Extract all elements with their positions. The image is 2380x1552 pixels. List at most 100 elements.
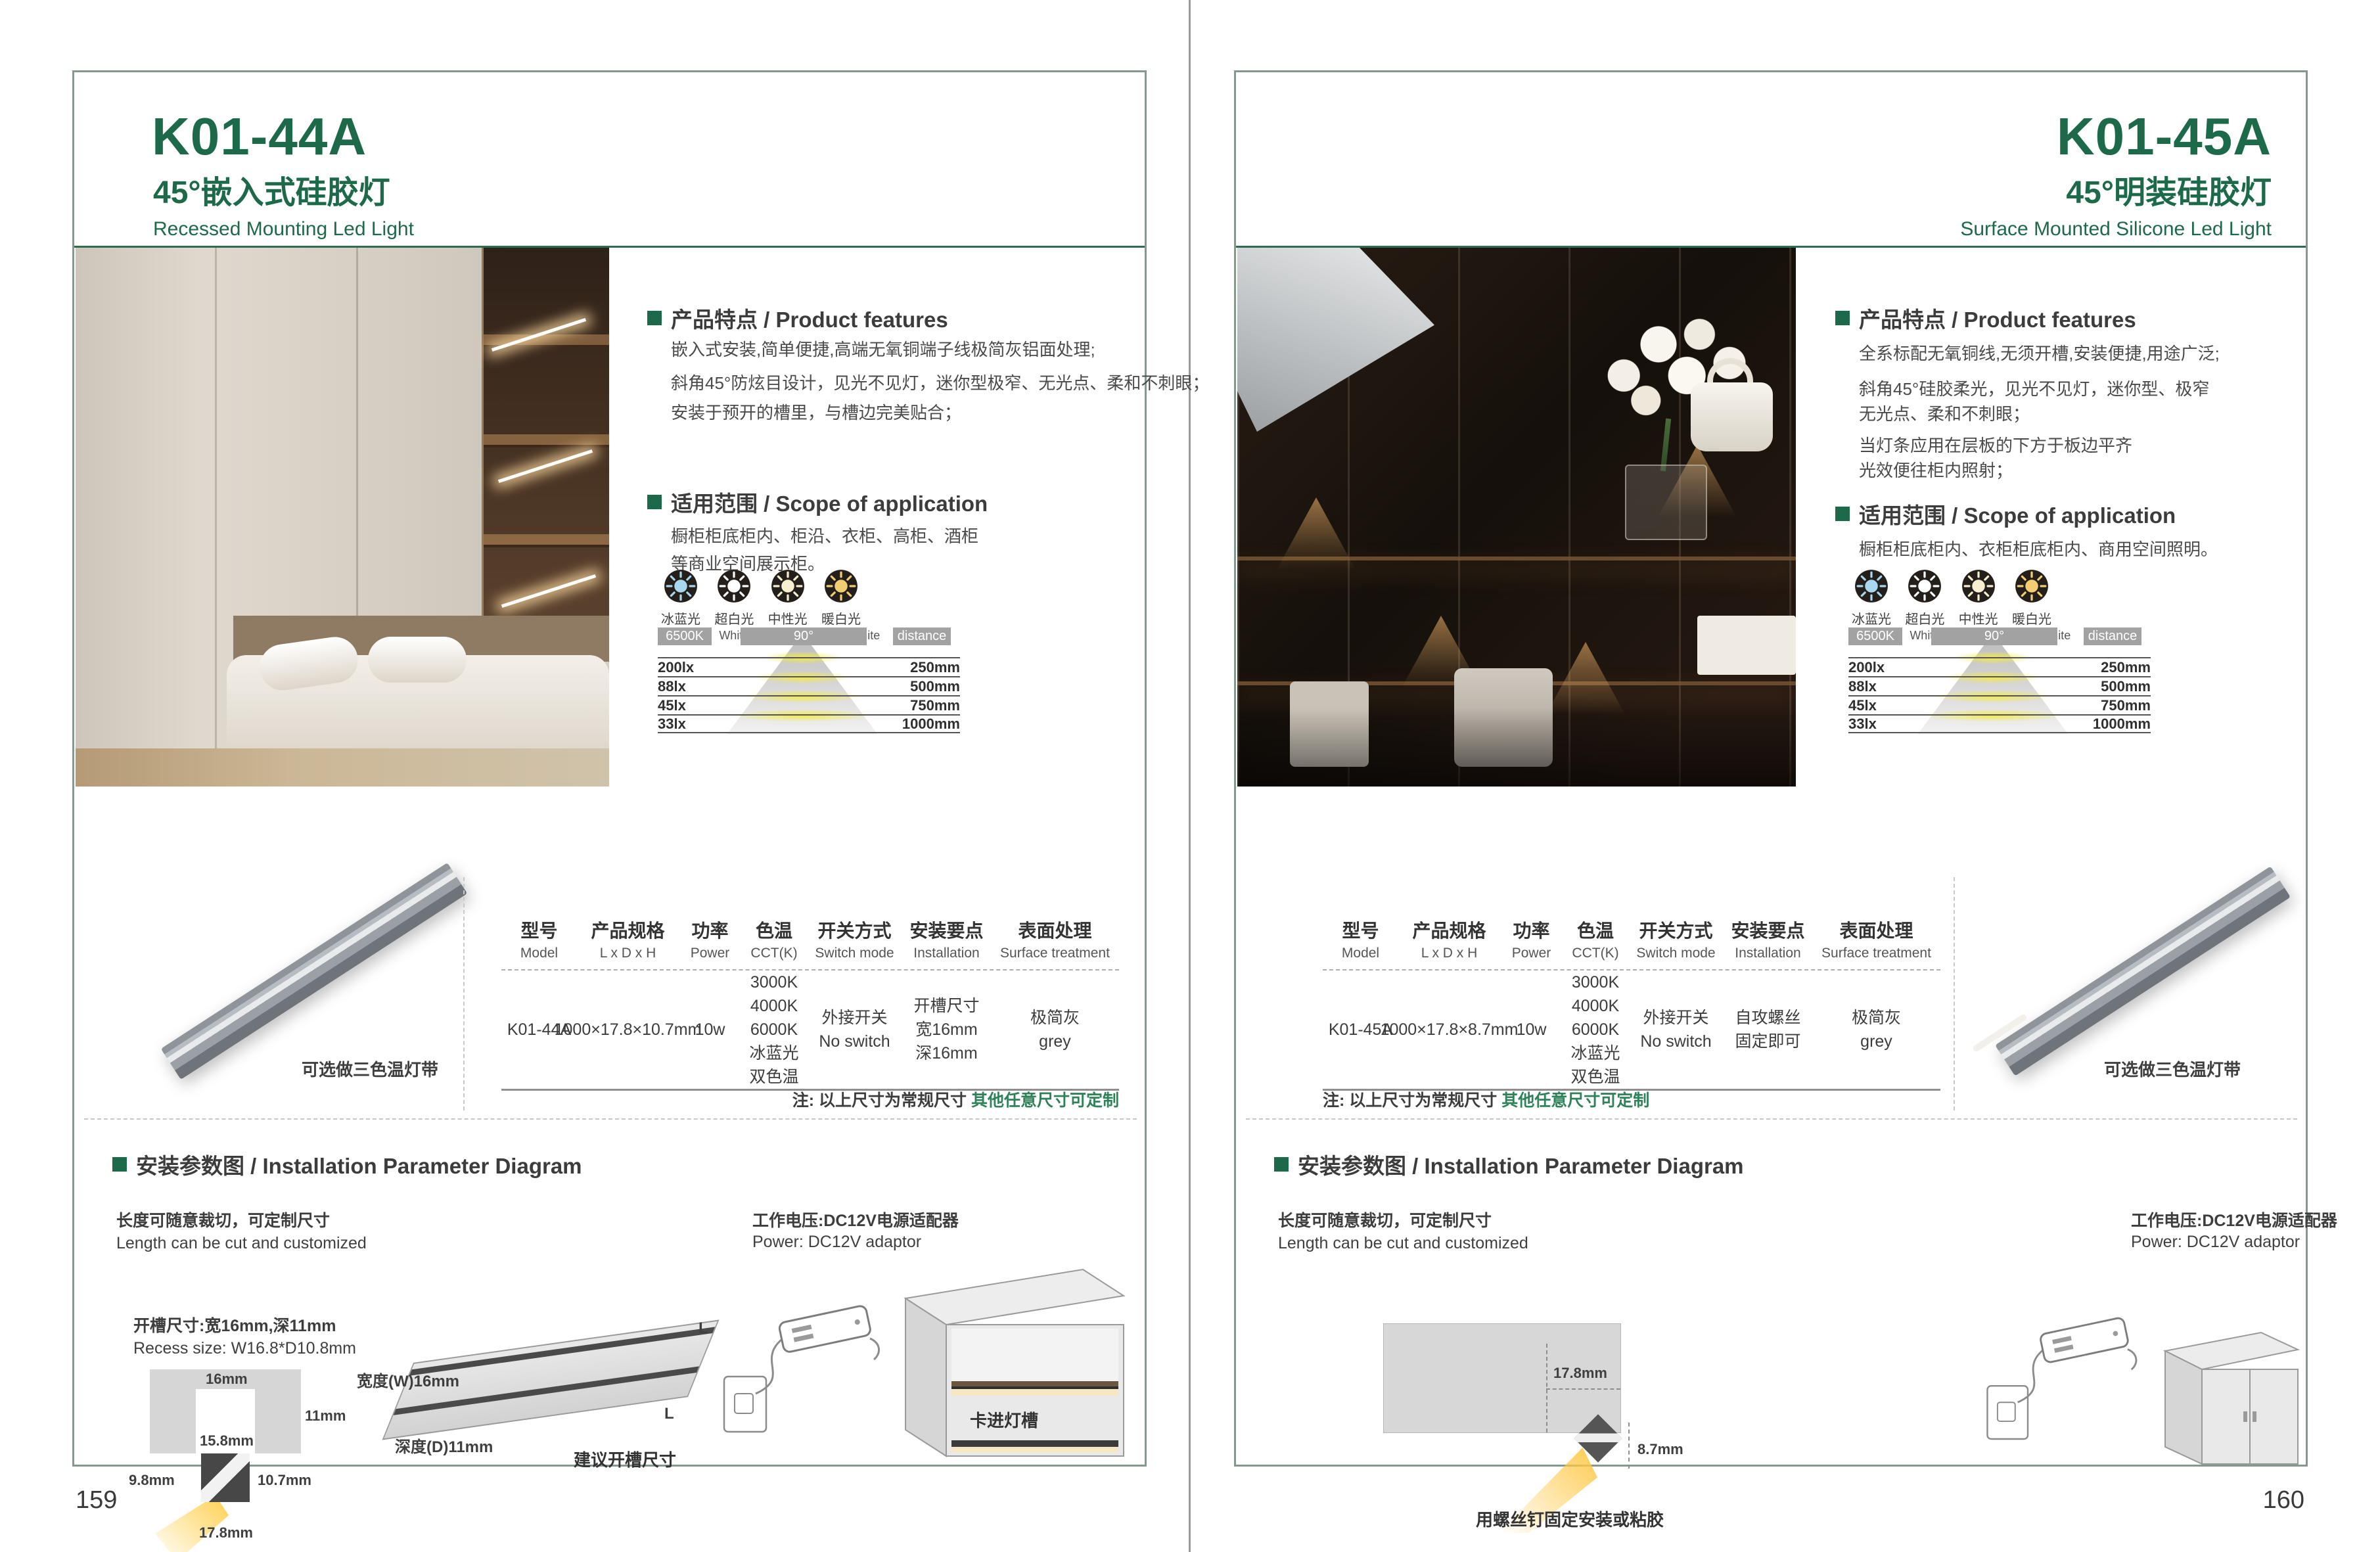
right-scope-heading: 适用范围 / Scope of application [1835,498,2176,530]
beam-distance-table: 6500K 90° distance 200lx250mm 88lx500mm … [1848,628,2151,739]
cabinet-diagram: 卡进灯槽 [886,1255,1142,1472]
left-title-en: Recessed Mounting Led Light [153,219,414,239]
vertical-dashed-divider [1954,877,1955,1110]
right-install-heading: 安装参数图 / Installation Parameter Diagram [1274,1149,1744,1180]
square-bullet-icon [1835,507,1850,521]
left-install-heading: 安装参数图 / Installation Parameter Diagram [112,1149,582,1180]
power-note-cn: 工作电压:DC12V电源适配器 [752,1208,959,1231]
left-spec-table: 型号Model 产品规格L x D x H 功率Power 色温CCT(K) 开… [501,917,1119,1091]
aluminium-profile [1995,866,2291,1076]
kelvin-chip: 6500K [658,628,712,645]
distance-row: 88lx500mm [1848,676,2151,695]
left-scope-heading: 适用范围 / Scope of application [647,486,988,518]
left-title-cn: 45°嵌入式硅胶灯 [153,177,390,209]
scope-line: 橱柜柜底柜内、衣柜柜底柜内、商用空间照明。 [1859,536,2218,560]
sun-icon [1961,569,1996,603]
feature-line: 光效便往柜内照射； [1859,457,2013,482]
aluminium-profile [161,863,468,1080]
square-bullet-icon [647,495,662,509]
board-width-label: 宽度(W)16mm [357,1368,459,1391]
dim-guide-line [1546,1388,1620,1390]
board-depth-label: 深度(D)11mm [395,1434,493,1457]
catalog-spread: K01-44A 45°嵌入式硅胶灯 Recessed Mounting Led … [0,0,2380,1552]
closed-cabinet-diagram [2156,1321,2307,1472]
distance-row: 33lx1000mm [1848,714,2151,733]
left-profile-image [160,890,462,1055]
scope-line: 橱柜柜底柜内、柜沿、衣柜、高柜、酒柜 [671,523,978,547]
sun-icon [824,569,858,603]
length-label: L [664,1405,674,1423]
distance-row: 33lx1000mm [658,714,960,733]
profile-cross-section [201,1453,250,1502]
dim-9.8mm: 9.8mm [129,1472,175,1489]
left-page-number: 159 [76,1486,117,1515]
length-label: L [698,1319,708,1338]
length-note-en: Length can be cut and customized [116,1234,367,1253]
length-note-cn: 长度可随意裁切，可定制尺寸 [116,1208,330,1231]
angle-chip: 90° [741,628,867,645]
dim-17.8mm: 17.8mm [199,1524,253,1541]
power-note-en: Power: DC12V adaptor [2131,1233,2300,1252]
feature-line: 嵌入式安装,简单便捷,高端无氧铜端子线极简灰铝面处理; [671,336,1095,361]
dim-10.7mm: 10.7mm [258,1472,311,1489]
right-profile-caption: 可选做三色温灯带 [2067,1057,2277,1081]
square-bullet-icon [647,311,662,325]
right-title-en: Surface Mounted Silicone Led Light [1960,219,2272,239]
power-adaptor-diagram [715,1275,886,1452]
left-profile-caption: 可选做三色温灯带 [265,1057,475,1081]
floor [76,748,609,787]
pillow [368,637,467,683]
suggested-groove-caption: 建议开槽尺寸 [574,1447,676,1471]
spec-data-row: K01-45A 1000×17.8×8.7mm 10w 3000K 4000K … [1323,970,1940,1089]
section-dashed-divider [84,1118,1137,1120]
cross-section-diagram: 16mm 11mm 15.8mm 9.8mm 10.7mm 17.8mm [137,1361,347,1552]
right-product-photo [1237,248,1796,787]
spec-data-row: K01-44A 1000×17.8×10.7mm 10w 3000K 4000K… [501,970,1119,1089]
left-features-heading: 产品特点 / Product features [647,302,948,334]
right-features-heading: 产品特点 / Product features [1835,302,2136,334]
right-model-title: K01-45A [2057,110,2272,163]
length-note-cn: 长度可随意裁切，可定制尺寸 [1278,1208,1492,1231]
square-bullet-icon [1835,311,1850,325]
sun-icon [1854,569,1888,603]
distance-row: 88lx500mm [658,676,960,695]
sun-icon [2015,569,2049,603]
distance-rows: 200lx250mm 88lx500mm 45lx750mm 33lx1000m… [658,657,960,733]
power-note-en: Power: DC12V adaptor [752,1233,921,1252]
distance-row: 200lx250mm [1848,657,2151,676]
dim-16mm: 16mm [206,1371,248,1388]
right-size-note: 注: 以上尺寸为常规尺寸 其他任意尺寸可定制 [1323,1087,1649,1111]
vertical-dashed-divider [463,877,465,1110]
feature-line: 无光点、柔和不刺眼； [1859,401,2030,425]
length-note-en: Length can be cut and customized [1278,1234,1528,1253]
distance-row: 45lx750mm [658,695,960,714]
distance-row: 200lx250mm [658,657,960,676]
right-title-cn: 45°明装硅胶灯 [2066,177,2272,209]
right-page-panel: K01-45A 45°明装硅胶灯 Surface Mounted Silicon… [1234,70,2308,1467]
dim-11mm: 11mm [305,1407,346,1425]
groove-board-diagram: L L 宽度(W)16mm 深度(D)11mm 建议开槽尺寸 [357,1308,738,1485]
spec-header-row: 型号Model 产品规格L x D x H 功率Power 色温CCT(K) 开… [501,917,1119,961]
square-bullet-icon [112,1157,127,1172]
recess-size-cn: 开槽尺寸:宽16mm,深11mm [133,1313,336,1336]
glass-vase [1625,465,1707,540]
sun-icon [771,569,805,603]
cabinet-drawing [886,1255,1135,1465]
recess-size-en: Recess size: W16.8*D10.8mm [133,1339,356,1358]
spec-header-row: 型号Model 产品规格L x D x H 功率Power 色温CCT(K) 开… [1323,917,1940,961]
feature-line: 安装于预开的槽里，与槽边完美贴合； [671,399,961,424]
left-size-note: 注: 以上尺寸为常规尺寸 其他任意尺寸可定制 [501,1087,1119,1111]
dim-15.8mm: 15.8mm [200,1432,254,1449]
mount-caption: 用螺丝钉固定安装或粘胶 [1476,1507,1664,1531]
sun-icon [1908,569,1942,603]
handbag [1691,382,1773,451]
square-bullet-icon [1274,1157,1289,1172]
shadow-vignette [1237,708,1796,787]
power-note-cn: 工作电压:DC12V电源适配器 [2131,1208,2337,1231]
feature-line: 全系标配无氧铜线,无须开槽,安装便捷,用途广泛; [1859,340,2220,365]
light-beam [155,1495,229,1552]
beam-distance-table: 6500K 90° distance 200lx250mm 88lx500mm … [658,628,960,739]
wardrobe-niche [482,248,609,642]
kelvin-chip: 6500K [1848,628,1902,645]
angle-chip: 90° [1931,628,2057,645]
